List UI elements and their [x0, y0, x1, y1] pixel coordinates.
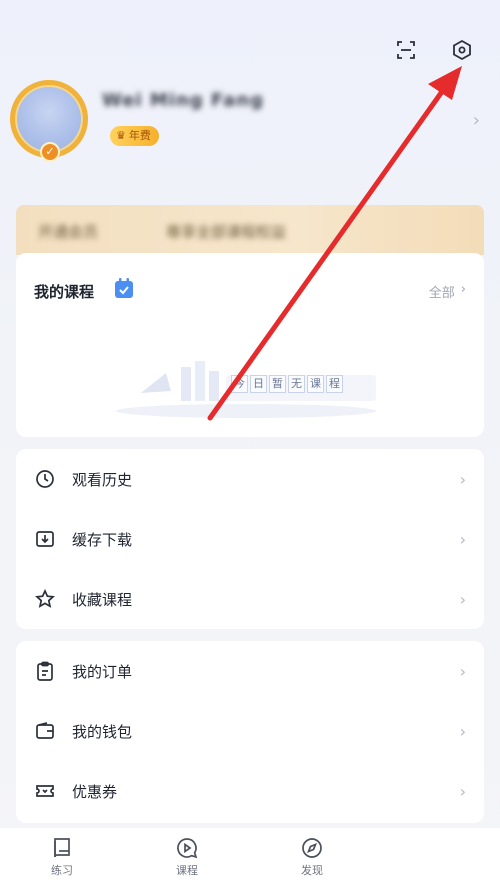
- vip-banner-left-text: 开通会员: [38, 223, 99, 241]
- vip-label: 年费: [128, 129, 151, 142]
- empty-char: 无: [288, 375, 305, 393]
- play-bubble-icon: [177, 838, 198, 859]
- avatar[interactable]: ✓: [10, 80, 90, 162]
- top-actions: [394, 38, 474, 62]
- menu-item-label: 我的订单: [72, 662, 133, 681]
- menu-item-label: 缓存下载: [72, 530, 133, 549]
- chevron-right-icon: ›: [459, 661, 466, 681]
- my-courses-card: 我的课程 全部 › 今 日 暂 无 课 程: [16, 253, 484, 437]
- menu-group-learning: 观看历史 › 缓存下载 › 收藏课程 ›: [16, 449, 484, 629]
- empty-char: 暂: [269, 375, 286, 393]
- chevron-right-icon: ›: [459, 589, 466, 609]
- empty-state-text: 今 日 暂 无 课 程: [231, 375, 343, 393]
- courses-title: 我的课程: [34, 283, 95, 301]
- tab-discover[interactable]: 发现: [282, 836, 342, 878]
- settings-icon[interactable]: [450, 38, 474, 62]
- wallet-icon: [34, 720, 56, 742]
- tab-label: 练习: [51, 864, 73, 877]
- vip-banner[interactable]: 开通会员 尊享全部课程权益: [16, 205, 484, 255]
- coupon-icon: [34, 780, 56, 802]
- compass-icon: [302, 838, 322, 858]
- star-icon: [34, 588, 56, 610]
- tab-courses[interactable]: 课程: [157, 836, 217, 878]
- menu-item-wallet[interactable]: 我的钱包 ›: [16, 701, 484, 761]
- menu-group-account: 我的订单 › 我的钱包 › 优惠券 ›: [16, 641, 484, 823]
- all-courses-label: 全部: [428, 286, 455, 301]
- bottom-tab-bar: 练习 课程 发现: [0, 828, 500, 890]
- calendar-icon: [114, 277, 134, 303]
- menu-item-label: 观看历史: [72, 470, 133, 489]
- scan-icon[interactable]: [394, 38, 418, 62]
- profile-header[interactable]: ✓ Wei Ming Fang ♛ 年费 ›: [10, 80, 480, 170]
- verified-badge-icon: ✓: [40, 142, 60, 162]
- chevron-right-icon: ›: [459, 781, 466, 801]
- tab-practice[interactable]: 练习: [32, 836, 92, 878]
- empty-char: 日: [250, 375, 267, 393]
- chevron-right-icon: ›: [472, 110, 480, 131]
- tab-label: 发现: [301, 864, 323, 877]
- menu-item-label: 我的钱包: [72, 722, 133, 741]
- menu-item-favorites[interactable]: 收藏课程 ›: [16, 569, 484, 629]
- book-icon: [54, 838, 70, 858]
- empty-char: 课: [307, 375, 324, 393]
- chevron-right-icon: ›: [459, 721, 466, 741]
- crown-icon: ♛: [116, 129, 126, 142]
- chevron-right-icon: ›: [460, 282, 466, 297]
- empty-char: 今: [231, 375, 248, 393]
- vip-banner-right-text: 尊享全部课程权益: [166, 223, 287, 241]
- chevron-right-icon: ›: [459, 469, 466, 489]
- clipboard-icon: [34, 660, 56, 682]
- empty-char: 程: [326, 375, 343, 393]
- menu-item-watch-history[interactable]: 观看历史 ›: [16, 449, 484, 509]
- download-icon: [34, 528, 56, 550]
- clock-icon: [34, 468, 56, 490]
- username: Wei Ming Fang: [102, 90, 264, 111]
- chevron-right-icon: ›: [459, 529, 466, 549]
- menu-item-coupons[interactable]: 优惠券 ›: [16, 761, 484, 821]
- all-courses-link[interactable]: 全部 ›: [429, 282, 466, 301]
- menu-item-label: 优惠券: [72, 782, 118, 801]
- vip-badge: ♛ 年费: [110, 126, 159, 146]
- menu-item-orders[interactable]: 我的订单 ›: [16, 641, 484, 701]
- menu-item-label: 收藏课程: [72, 590, 133, 609]
- tab-label: 课程: [176, 864, 198, 877]
- menu-item-downloads[interactable]: 缓存下载 ›: [16, 509, 484, 569]
